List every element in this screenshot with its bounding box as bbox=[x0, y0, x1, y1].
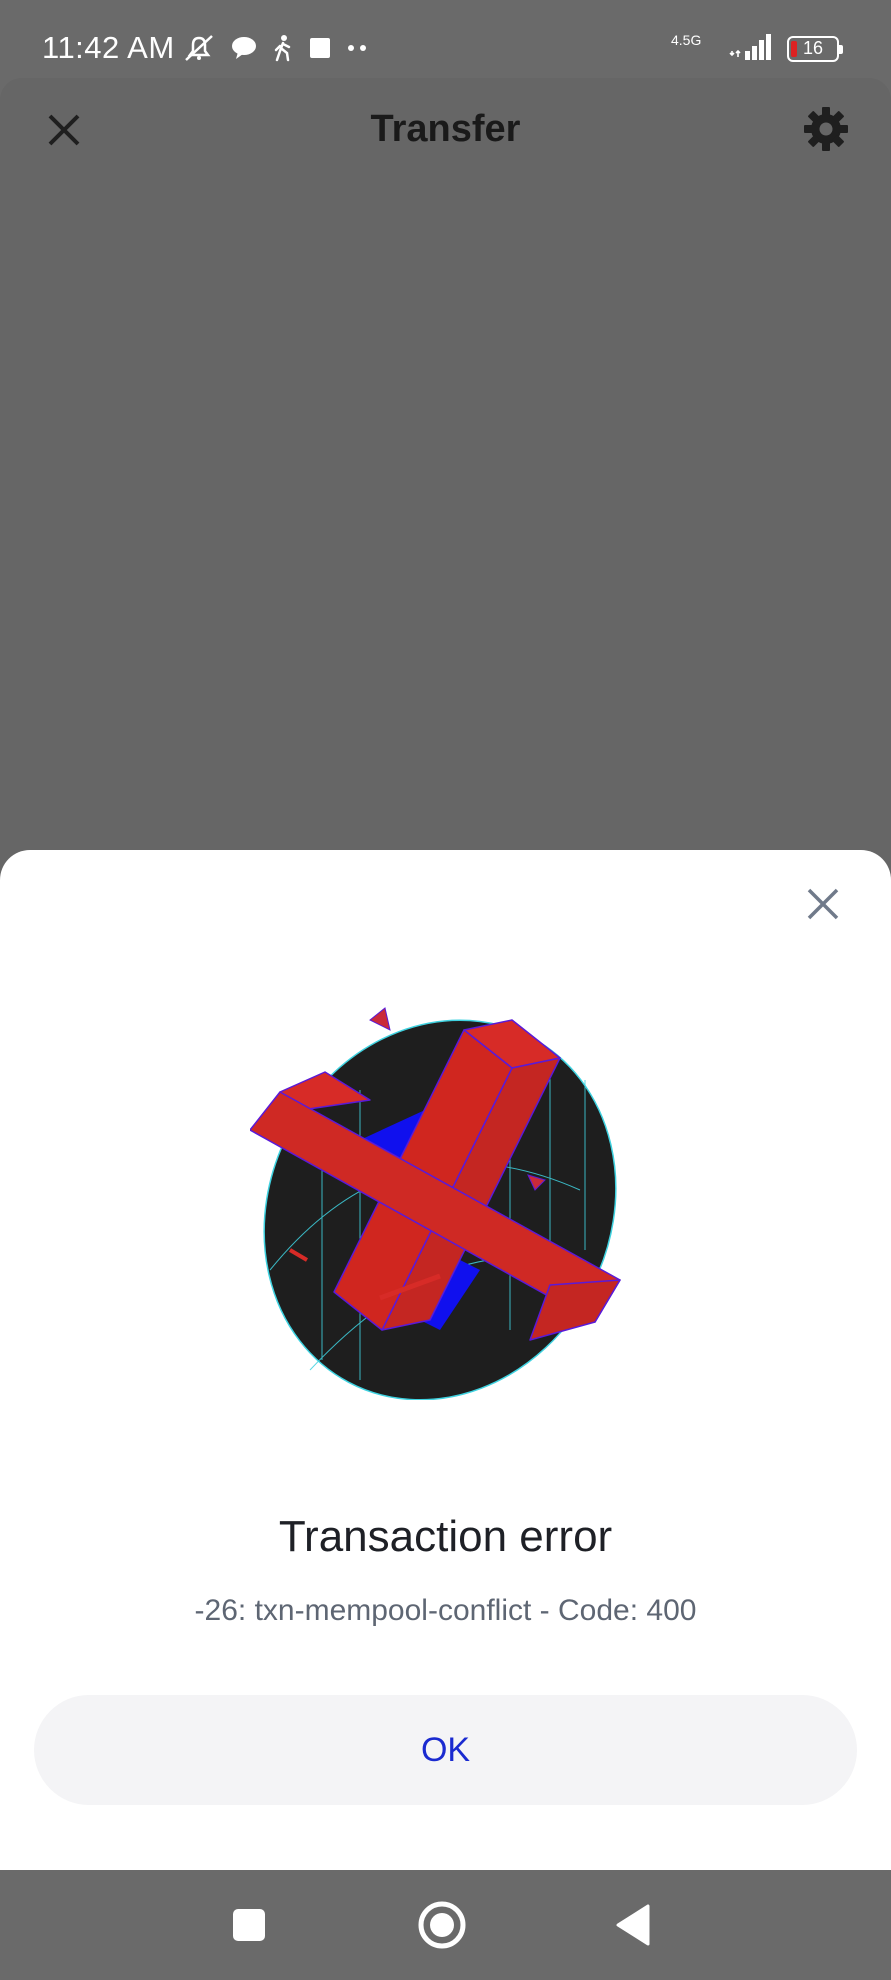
gear-icon[interactable] bbox=[801, 104, 851, 154]
navigation-bar bbox=[0, 1870, 891, 1980]
more-dots-icon bbox=[346, 43, 370, 53]
app-header: Transfer bbox=[0, 78, 891, 188]
stop-icon bbox=[308, 36, 332, 60]
network-type: 4.5G bbox=[671, 32, 702, 48]
back-icon[interactable] bbox=[606, 1898, 660, 1952]
walking-icon bbox=[272, 34, 294, 62]
notification-icons bbox=[182, 33, 370, 63]
close-icon[interactable] bbox=[799, 880, 847, 928]
status-right: 4.5G 16 bbox=[671, 31, 843, 66]
signal-icon bbox=[729, 31, 777, 66]
battery-level: 16 bbox=[802, 38, 824, 58]
battery-icon: 16 bbox=[787, 35, 843, 62]
recents-icon[interactable] bbox=[222, 1898, 276, 1952]
chat-icon bbox=[230, 35, 258, 61]
home-icon[interactable] bbox=[415, 1898, 469, 1952]
error-cross-illustration bbox=[250, 1007, 621, 1400]
error-modal: Transaction error -26: txn-mempool-confl… bbox=[0, 850, 891, 1870]
modal-title: Transaction error bbox=[278, 1512, 613, 1561]
status-time: 11:42 AM bbox=[42, 30, 175, 65]
error-message: -26: txn-mempool-conflict - Code: 400 bbox=[194, 1594, 697, 1627]
bell-off-icon bbox=[182, 33, 216, 63]
ok-button[interactable]: OK bbox=[34, 1695, 857, 1805]
screen: 11:42 AM 4.5G 16 Transfer Transaction er… bbox=[0, 0, 891, 1980]
page-title: Transfer bbox=[370, 108, 521, 150]
